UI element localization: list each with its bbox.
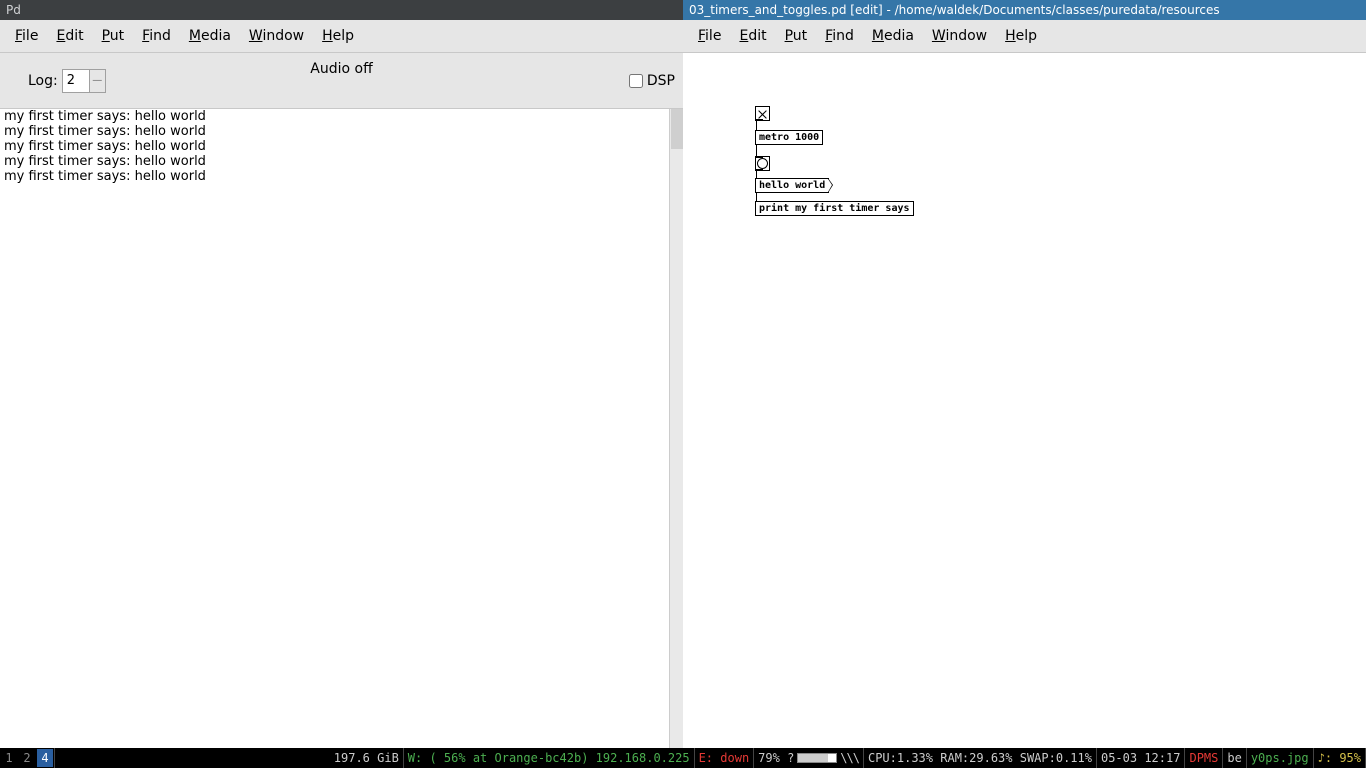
- status-disk: 197.6 GiB: [330, 748, 404, 768]
- pd-bang-object[interactable]: [755, 156, 770, 171]
- menu-media[interactable]: Media: [863, 24, 923, 48]
- console-output[interactable]: my first timer says: hello world my firs…: [0, 109, 683, 748]
- patch-wire[interactable]: [756, 193, 757, 201]
- audio-status: Audio off: [310, 61, 372, 77]
- menu-put[interactable]: Put: [93, 24, 134, 48]
- swap-usage: SWAP:0.11%: [1020, 751, 1092, 765]
- status-battery: 79% ? \\\: [754, 748, 864, 768]
- menu-file[interactable]: File: [6, 24, 47, 48]
- status-wifi: W: ( 56% at Orange-bc42b) 192.168.0.225: [404, 748, 695, 768]
- log-label: Log:: [28, 73, 58, 89]
- pd-message-hello[interactable]: hello world: [755, 178, 829, 193]
- scrollbar-thumb[interactable]: [671, 109, 683, 149]
- console-line: my first timer says: hello world: [4, 139, 679, 154]
- menubar-left: File Edit Put Find Media Window Help: [0, 20, 683, 53]
- menu-help[interactable]: Help: [313, 24, 363, 48]
- status-datetime: 05-03 12:17: [1097, 748, 1185, 768]
- console-line: my first timer says: hello world: [4, 109, 679, 124]
- pd-toggle-object[interactable]: [755, 106, 770, 121]
- patch-wire[interactable]: [756, 121, 757, 130]
- menu-edit[interactable]: Edit: [47, 24, 92, 48]
- wifi-label: W:: [408, 751, 422, 765]
- i3-status-bar: 1 2 4 197.6 GiB W: ( 56% at Orange-bc42b…: [0, 748, 1366, 768]
- log-level-spinbox[interactable]: 2 —: [62, 69, 106, 93]
- menu-find[interactable]: Find: [133, 24, 180, 48]
- menu-help[interactable]: Help: [996, 24, 1046, 48]
- pd-patch-window: 03_timers_and_toggles.pd [edit] - /home/…: [683, 0, 1366, 748]
- cpu-usage: CPU:1.33%: [868, 751, 933, 765]
- titlebar-left[interactable]: Pd: [0, 0, 683, 20]
- pd-console-window: Pd File Edit Put Find Media Window Help …: [0, 0, 683, 748]
- patch-canvas[interactable]: metro 1000 hello world print my first ti…: [683, 53, 1366, 748]
- eth-text: down: [720, 751, 749, 765]
- eth-label: E:: [699, 751, 713, 765]
- workspace-2[interactable]: 2: [19, 749, 35, 767]
- titlebar-right[interactable]: 03_timers_and_toggles.pd [edit] - /home/…: [683, 0, 1366, 20]
- ram-usage: RAM:29.63%: [940, 751, 1012, 765]
- console-line: my first timer says: hello world: [4, 154, 679, 169]
- pd-object-metro[interactable]: metro 1000: [755, 130, 823, 145]
- console-scrollbar[interactable]: [669, 109, 683, 748]
- menu-window[interactable]: Window: [923, 24, 996, 48]
- status-keyboard-layout: be: [1223, 748, 1246, 768]
- console-line: my first timer says: hello world: [4, 169, 679, 184]
- status-cpu-ram-swap: CPU:1.33% RAM:29.63% SWAP:0.11%: [864, 748, 1097, 768]
- toolbar: Log: 2 — Audio off DSP: [0, 53, 683, 109]
- dsp-toggle[interactable]: DSP: [629, 73, 675, 89]
- status-dpms: DPMS: [1185, 748, 1223, 768]
- workspace-1[interactable]: 1: [1, 749, 17, 767]
- battery-hatch-icon: \\\: [840, 751, 859, 765]
- patch-wire[interactable]: [756, 171, 757, 178]
- console-line: my first timer says: hello world: [4, 124, 679, 139]
- menu-edit[interactable]: Edit: [730, 24, 775, 48]
- volume-percent: 95%: [1339, 751, 1361, 765]
- battery-bar-icon: [797, 753, 837, 763]
- status-ethernet: E: down: [695, 748, 755, 768]
- menu-find[interactable]: Find: [816, 24, 863, 48]
- spinbox-arrows-icon[interactable]: —: [89, 70, 105, 92]
- dsp-label: DSP: [647, 73, 675, 89]
- dsp-checkbox[interactable]: [629, 74, 643, 88]
- workspace-4[interactable]: 4: [37, 749, 53, 767]
- menu-put[interactable]: Put: [776, 24, 817, 48]
- battery-percent: 79% ?: [758, 751, 794, 765]
- log-level-value: 2: [63, 71, 89, 90]
- status-volume: ♪: 95%: [1314, 748, 1366, 768]
- status-wallpaper: y0ps.jpg: [1247, 748, 1314, 768]
- menu-window[interactable]: Window: [240, 24, 313, 48]
- menu-media[interactable]: Media: [180, 24, 240, 48]
- pd-object-print[interactable]: print my first timer says: [755, 201, 914, 216]
- menubar-right: File Edit Put Find Media Window Help: [683, 20, 1366, 53]
- menu-file[interactable]: File: [689, 24, 730, 48]
- workspace-switcher[interactable]: 1 2 4: [0, 748, 55, 768]
- wifi-text: ( 56% at Orange-bc42b) 192.168.0.225: [429, 751, 689, 765]
- patch-wire[interactable]: [756, 145, 757, 156]
- volume-icon: ♪:: [1318, 751, 1332, 765]
